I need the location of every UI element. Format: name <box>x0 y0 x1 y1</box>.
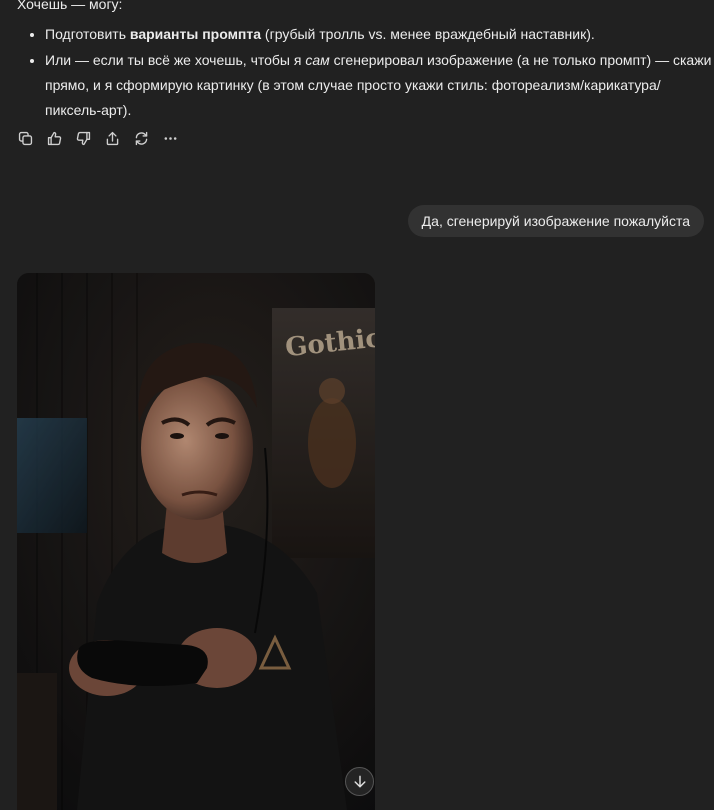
thumbs-up-icon <box>47 131 62 146</box>
user-message-text: Да, сгенерируй изображение пожалуйста <box>421 213 690 229</box>
thumbs-up-button[interactable] <box>43 127 66 150</box>
generated-image-scene: Gothic <box>17 273 375 810</box>
more-icon <box>164 137 177 140</box>
bullet-bold-text: варианты промпта <box>129 26 262 42</box>
more-button[interactable] <box>159 127 182 150</box>
generated-image[interactable]: Gothic <box>17 273 375 810</box>
download-button[interactable] <box>345 767 374 796</box>
list-item: Подготовить варианты промпта (грубый тро… <box>45 22 714 47</box>
chat-thread: Хочешь — могу: Подготовить варианты пром… <box>0 0 714 810</box>
bullet-italic-text: сам <box>305 52 330 68</box>
bullet-text: Подготовить <box>45 26 130 42</box>
assistant-bullet-list: Подготовить варианты промпта (грубый тро… <box>17 22 714 124</box>
share-button[interactable] <box>101 127 124 150</box>
bullet-text: Или — если ты всё же хочешь, чтобы я <box>45 52 306 68</box>
regenerate-icon <box>135 131 148 146</box>
bullet-text: (грубый тролль vs. менее враждебный наст… <box>261 26 595 42</box>
list-item: Или — если ты всё же хочешь, чтобы я сам… <box>45 48 714 123</box>
thumbs-down-icon <box>76 131 91 146</box>
message-actions-bar <box>14 127 182 150</box>
copy-button[interactable] <box>14 127 37 150</box>
share-icon <box>106 131 119 146</box>
regenerate-button[interactable] <box>130 127 153 150</box>
arrow-down-icon <box>353 775 366 788</box>
copy-icon <box>18 131 33 146</box>
assistant-intro-text: Хочешь — могу: <box>17 0 123 12</box>
thumbs-down-button[interactable] <box>72 127 95 150</box>
user-message-bubble: Да, сгенерируй изображение пожалуйста <box>407 205 704 237</box>
